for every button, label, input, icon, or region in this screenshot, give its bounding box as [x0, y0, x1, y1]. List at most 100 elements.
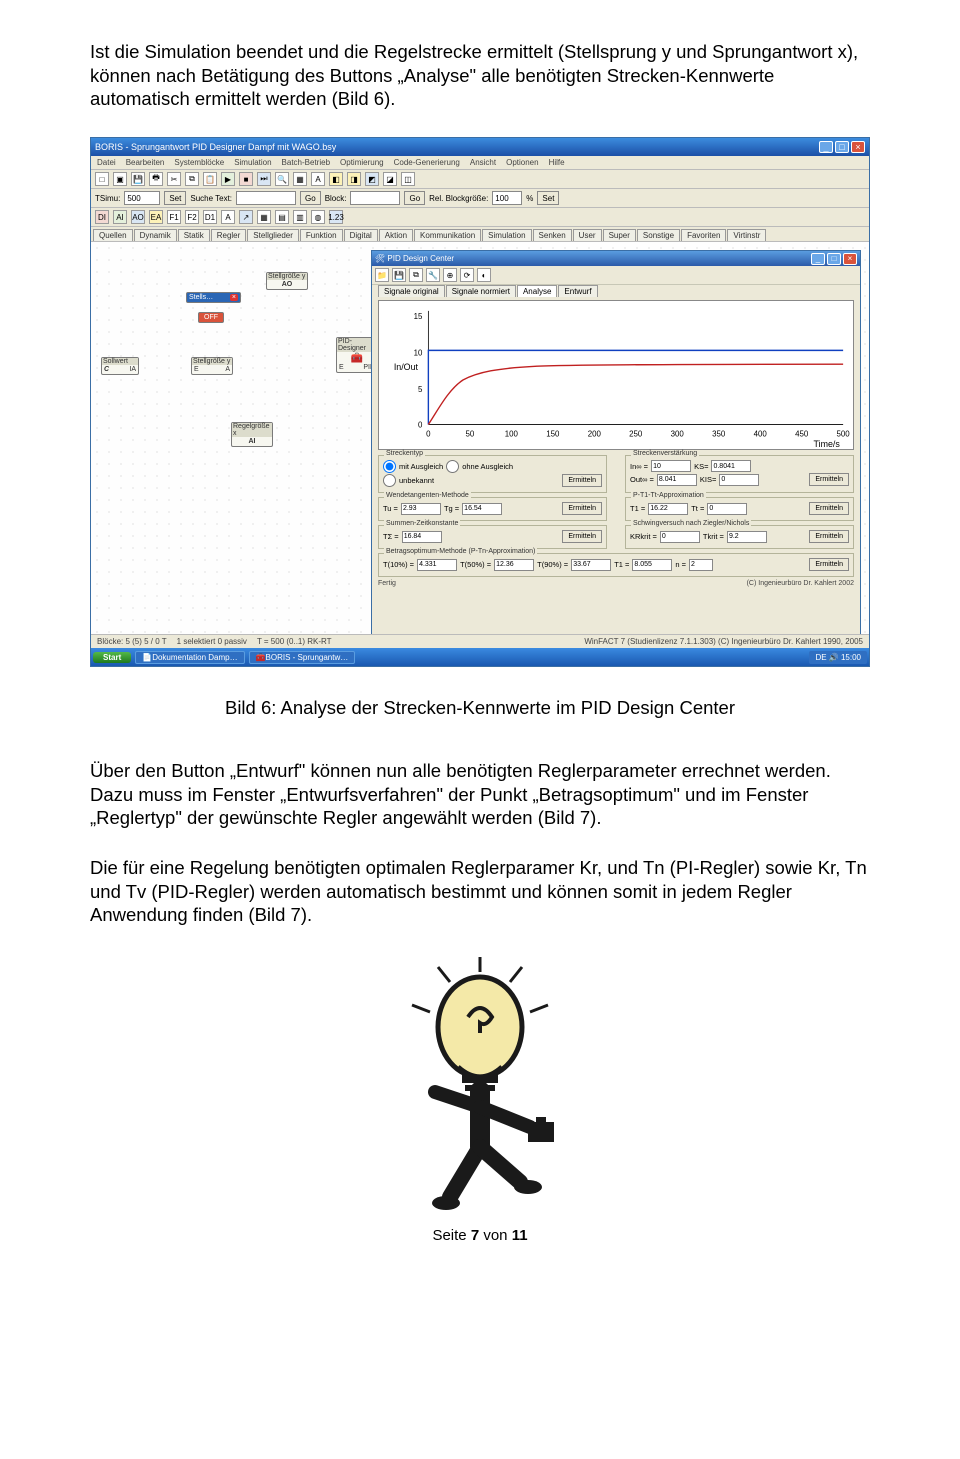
blk-icon-4[interactable]: EA — [149, 210, 163, 224]
block-stellgroesse[interactable]: Stellgröße y E A — [191, 357, 233, 375]
tab-favoriten[interactable]: Favoriten — [681, 229, 726, 241]
tab-digital[interactable]: Digital — [344, 229, 378, 241]
blk-icon-12[interactable]: ▥ — [293, 210, 307, 224]
blk-icon-13[interactable]: ◍ — [311, 210, 325, 224]
blk-icon-1[interactable]: DI — [95, 210, 109, 224]
tb-open-icon[interactable]: ▣ — [113, 172, 127, 186]
close-button[interactable]: × — [851, 141, 865, 153]
blk-icon-3[interactable]: AO — [131, 210, 145, 224]
work-area[interactable]: Stells… × OFF Stellgröße y AO Sollwert C… — [91, 242, 869, 660]
set-button-2[interactable]: Set — [537, 191, 559, 205]
go-button-1[interactable]: Go — [300, 191, 321, 205]
tb-misc2-icon[interactable]: ◨ — [347, 172, 361, 186]
fs2-kis-input[interactable] — [719, 474, 759, 486]
pid-min-button[interactable]: _ — [811, 253, 825, 265]
block-ao[interactable]: Stellgröße y AO — [266, 272, 308, 290]
taskbar-item-2[interactable]: 🧰 BORIS - Sprungantw… — [249, 651, 356, 664]
fs4-t1-input[interactable] — [648, 503, 688, 515]
block-stells[interactable]: Stells… × — [186, 292, 241, 303]
fs6-kr-input[interactable] — [660, 531, 700, 543]
pid-max-button[interactable]: □ — [827, 253, 841, 265]
fs3-ermitteln-button[interactable]: Ermitteln — [562, 502, 602, 515]
tab-stellglieder[interactable]: Stellglieder — [247, 229, 299, 241]
tb-cut-icon[interactable]: ✂ — [167, 172, 181, 186]
pid-tab-analyse[interactable]: Analyse — [517, 285, 557, 297]
blk-icon-7[interactable]: D1 — [203, 210, 217, 224]
tab-funktion[interactable]: Funktion — [300, 229, 343, 241]
system-tray[interactable]: DE 🔊 15:00 — [809, 651, 867, 664]
fs4-tt-input[interactable] — [707, 503, 747, 515]
tb-misc4-icon[interactable]: ◪ — [383, 172, 397, 186]
pid-tb-icon-2[interactable]: 💾 — [392, 268, 406, 282]
tab-regler[interactable]: Regler — [211, 229, 247, 241]
pid-tab-orig[interactable]: Signale original — [378, 285, 445, 297]
menu-optimierung[interactable]: Optimierung — [340, 158, 384, 167]
tb-new-icon[interactable]: □ — [95, 172, 109, 186]
fs7-t50-input[interactable] — [494, 559, 534, 571]
tab-virtinstr[interactable]: Virtinstr — [727, 229, 766, 241]
tb-grid-icon[interactable]: ▦ — [293, 172, 307, 186]
radio-unbekannt[interactable] — [383, 474, 396, 487]
tab-user[interactable]: User — [573, 229, 602, 241]
tab-dynamik[interactable]: Dynamik — [134, 229, 177, 241]
pid-tb-icon-6[interactable]: ⟳ — [460, 268, 474, 282]
tb-print-icon[interactable]: 🖶 — [149, 172, 163, 186]
fs7-ermitteln-button[interactable]: Ermitteln — [809, 558, 849, 571]
fs7-t90-input[interactable] — [571, 559, 611, 571]
menu-ansicht[interactable]: Ansicht — [470, 158, 496, 167]
tb-copy-icon[interactable]: ⧉ — [185, 172, 199, 186]
pid-tb-icon-4[interactable]: 🔧 — [426, 268, 440, 282]
menu-batch[interactable]: Batch-Betrieb — [282, 158, 330, 167]
tb-stop-icon[interactable]: ■ — [239, 172, 253, 186]
blk-icon-5[interactable]: F1 — [167, 210, 181, 224]
suche-input[interactable] — [236, 191, 296, 205]
menu-simulation[interactable]: Simulation — [234, 158, 271, 167]
menu-optionen[interactable]: Optionen — [506, 158, 538, 167]
tb-paste-icon[interactable]: 📋 — [203, 172, 217, 186]
menu-datei[interactable]: Datei — [97, 158, 116, 167]
radio-ohne-ausgleich[interactable] — [446, 460, 459, 473]
set-button-1[interactable]: Set — [164, 191, 186, 205]
fs2-out-input[interactable] — [657, 474, 697, 486]
taskbar-item-1[interactable]: 📄 Dokumentation Damp… — [135, 651, 244, 664]
pid-close-button[interactable]: × — [843, 253, 857, 265]
pid-tb-icon-5[interactable]: ⊕ — [443, 268, 457, 282]
fs2-ks-input[interactable] — [711, 460, 751, 472]
block-sollwert[interactable]: Sollwert C IA — [101, 357, 139, 375]
pid-tb-icon-1[interactable]: 📁 — [375, 268, 389, 282]
tb-step-icon[interactable]: ⏭ — [257, 172, 271, 186]
tab-quellen[interactable]: Quellen — [93, 229, 133, 241]
fs3-tu-input[interactable] — [401, 503, 441, 515]
menu-systembloecke[interactable]: Systemblöcke — [174, 158, 224, 167]
block-ai[interactable]: Regelgröße x AI — [231, 422, 273, 447]
rel-input[interactable] — [492, 191, 522, 205]
fs2-ermitteln-button[interactable]: Ermitteln — [809, 473, 849, 486]
blk-icon-6[interactable]: F2 — [185, 210, 199, 224]
tab-kommunikation[interactable]: Kommunikation — [414, 229, 481, 241]
tab-statik[interactable]: Statik — [178, 229, 210, 241]
fs7-t10-input[interactable] — [417, 559, 457, 571]
fs6-ermitteln-button[interactable]: Ermitteln — [809, 530, 849, 543]
pid-tb-icon-3[interactable]: ⧉ — [409, 268, 423, 282]
tb-misc1-icon[interactable]: ◧ — [329, 172, 343, 186]
tab-sonstige[interactable]: Sonstige — [637, 229, 680, 241]
blk-icon-14[interactable]: 1.23 — [329, 210, 343, 224]
tab-senken[interactable]: Senken — [533, 229, 572, 241]
minimize-button[interactable]: _ — [819, 141, 833, 153]
tb-misc5-icon[interactable]: ◫ — [401, 172, 415, 186]
blk-icon-10[interactable]: ▦ — [257, 210, 271, 224]
start-button[interactable]: Start — [93, 652, 131, 663]
tb-misc3-icon[interactable]: ◩ — [365, 172, 379, 186]
fs5-ermitteln-button[interactable]: Ermitteln — [562, 530, 602, 543]
fs4-ermitteln-button[interactable]: Ermitteln — [809, 502, 849, 515]
pid-tb-icon-7[interactable]: ◐ — [477, 268, 491, 282]
fs1-ermitteln-button[interactable]: Ermitteln — [562, 474, 602, 487]
menu-bearbeiten[interactable]: Bearbeiten — [126, 158, 165, 167]
tab-simulation[interactable]: Simulation — [482, 229, 531, 241]
menu-hilfe[interactable]: Hilfe — [549, 158, 565, 167]
blk-icon-9[interactable]: ↗ — [239, 210, 253, 224]
maximize-button[interactable]: □ — [835, 141, 849, 153]
fs7-n-input[interactable] — [689, 559, 713, 571]
fs7-t1b-input[interactable] — [632, 559, 672, 571]
tsimu-input[interactable] — [124, 191, 160, 205]
